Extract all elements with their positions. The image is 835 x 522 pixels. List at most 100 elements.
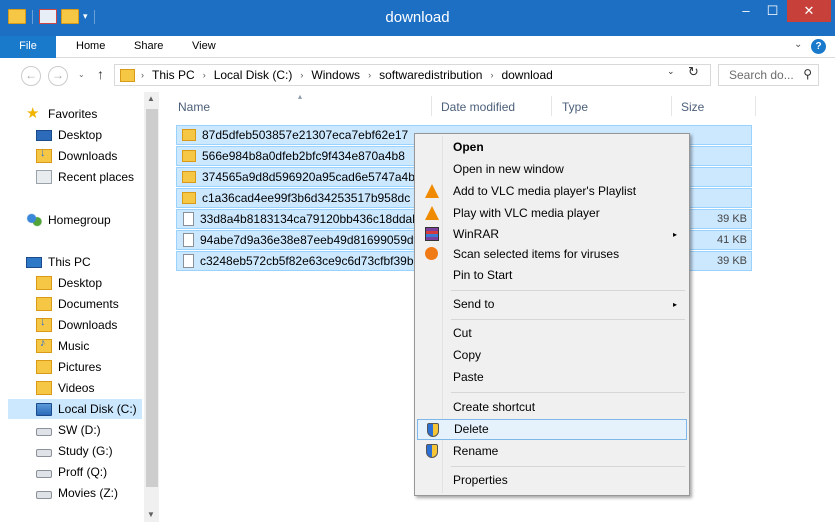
tab-view[interactable]: View: [180, 36, 228, 58]
breadcrumb-separator-icon[interactable]: ›: [300, 70, 303, 80]
sidebar-item-downloads[interactable]: Downloads: [36, 146, 117, 166]
menu-item-label: Rename: [453, 444, 499, 458]
menu-item-label: Copy: [453, 348, 482, 362]
tab-file[interactable]: File: [0, 36, 56, 58]
menu-item-delete[interactable]: Delete: [417, 419, 687, 440]
menu-item-pin-to-start[interactable]: Pin to Start: [417, 265, 687, 286]
scroll-up-icon[interactable]: ▲: [147, 94, 155, 103]
sidebar-item-downloads-pc[interactable]: Downloads: [36, 315, 117, 335]
column-header-type[interactable]: Type: [562, 100, 588, 114]
address-bar[interactable]: › This PC › Local Disk (C:) › Windows › …: [114, 64, 711, 86]
folder-icon: [182, 171, 196, 183]
breadcrumb-separator-icon[interactable]: ›: [203, 70, 206, 80]
menu-item-winrar[interactable]: WinRAR ▸: [417, 224, 687, 245]
submenu-arrow-icon: ▸: [672, 230, 677, 239]
expand-ribbon-icon[interactable]: ⌄: [794, 39, 802, 50]
star-icon: ★: [26, 105, 40, 122]
sidebar-item-label: Favorites: [48, 107, 98, 121]
tab-home[interactable]: Home: [64, 36, 117, 58]
recent-places-icon: [36, 170, 52, 184]
menu-item-open[interactable]: Open: [417, 137, 687, 158]
sidebar-item-label: Downloads: [58, 318, 118, 332]
scroll-thumb[interactable]: [146, 109, 158, 487]
menu-item-cut[interactable]: Cut: [417, 323, 687, 344]
desktop-icon: [36, 129, 52, 141]
sidebar-item-label: Videos: [58, 381, 95, 395]
sidebar-item-music[interactable]: Music: [36, 336, 89, 356]
close-button[interactable]: ✕: [787, 0, 831, 22]
videos-icon: [36, 381, 52, 395]
sidebar-item-desktop[interactable]: Desktop: [36, 125, 102, 145]
menu-item-properties[interactable]: Properties: [417, 470, 687, 491]
address-dropdown-icon[interactable]: ⌄: [667, 66, 675, 77]
sidebar-item-recent-places[interactable]: Recent places: [36, 167, 134, 187]
sidebar-item-sw-d[interactable]: SW (D:): [36, 420, 101, 440]
downloads-icon: [36, 147, 52, 163]
folder-icon: [120, 68, 135, 82]
sidebar-item-local-disk-c[interactable]: Local Disk (C:): [36, 399, 137, 419]
breadcrumb-separator-icon[interactable]: ›: [490, 70, 493, 80]
sidebar-item-homegroup[interactable]: Homegroup: [26, 210, 111, 230]
music-icon: [36, 337, 52, 353]
column-divider[interactable]: [671, 96, 672, 116]
column-divider[interactable]: [755, 96, 756, 116]
breadcrumb-download[interactable]: download: [501, 68, 552, 82]
forward-button[interactable]: →: [48, 66, 68, 86]
menu-item-label: Open in new window: [453, 162, 564, 176]
sidebar-item-videos[interactable]: Videos: [36, 378, 94, 398]
menu-item-copy[interactable]: Copy: [417, 345, 687, 366]
search-icon[interactable]: ⚲: [803, 67, 812, 81]
file-name: 87d5dfeb503857e21307eca7ebf62e17: [202, 128, 409, 142]
sidebar-item-pictures[interactable]: Pictures: [36, 357, 101, 377]
sidebar-scrollbar[interactable]: ▲ ▼: [144, 92, 159, 522]
avast-icon: [425, 247, 438, 260]
sidebar-item-this-pc[interactable]: This PC: [26, 252, 91, 272]
sidebar-item-movies-z[interactable]: Movies (Z:): [36, 483, 118, 503]
menu-item-label: Play with VLC media player: [453, 206, 600, 220]
sidebar-item-label: Pictures: [58, 360, 102, 374]
recent-locations-icon[interactable]: ⌄: [78, 70, 85, 79]
column-header-date-modified[interactable]: Date modified: [441, 100, 515, 114]
homegroup-icon: [26, 212, 42, 228]
search-input[interactable]: Search do... ⚲: [718, 64, 819, 86]
maximize-button[interactable]: ☐: [759, 0, 786, 22]
menu-item-add-vlc-playlist[interactable]: Add to VLC media player's Playlist: [417, 181, 687, 202]
column-header-size[interactable]: Size: [681, 100, 704, 114]
file-icon: [183, 254, 194, 268]
column-divider[interactable]: [551, 96, 552, 116]
menu-item-scan-viruses[interactable]: Scan selected items for viruses: [417, 244, 687, 265]
menu-item-send-to[interactable]: Send to ▸: [417, 294, 687, 315]
back-button[interactable]: ←: [21, 66, 41, 86]
breadcrumb-separator-icon[interactable]: ›: [368, 70, 371, 80]
column-header-name[interactable]: Name: [178, 100, 210, 114]
breadcrumb-this-pc[interactable]: This PC: [152, 68, 195, 82]
menu-item-paste[interactable]: Paste: [417, 367, 687, 388]
breadcrumb-softwaredistribution[interactable]: softwaredistribution: [379, 68, 482, 82]
documents-icon: [36, 297, 52, 311]
breadcrumb-local-disk[interactable]: Local Disk (C:): [214, 68, 293, 82]
breadcrumb-separator-icon[interactable]: ›: [141, 70, 144, 80]
help-icon[interactable]: ?: [811, 39, 826, 54]
refresh-icon[interactable]: ↻: [688, 64, 699, 80]
column-divider[interactable]: [431, 96, 432, 116]
sidebar-item-documents[interactable]: Documents: [36, 294, 119, 314]
title-bar: ▾ download – ☐ ✕: [0, 0, 835, 36]
up-button[interactable]: ↑: [97, 66, 104, 82]
scroll-down-icon[interactable]: ▼: [147, 510, 155, 519]
menu-item-label: Delete: [454, 422, 489, 436]
menu-item-create-shortcut[interactable]: Create shortcut: [417, 397, 687, 418]
menu-item-rename[interactable]: Rename: [417, 441, 687, 462]
menu-item-open-new-window[interactable]: Open in new window: [417, 159, 687, 180]
downloads-icon: [36, 316, 52, 332]
tab-share[interactable]: Share: [122, 36, 175, 58]
sidebar-item-study-g[interactable]: Study (G:): [36, 441, 113, 461]
sidebar-item-label: Proff (Q:): [58, 465, 108, 479]
sidebar-item-proff-q[interactable]: Proff (Q:): [36, 462, 107, 482]
breadcrumb-windows[interactable]: Windows: [311, 68, 360, 82]
sidebar-item-favorites[interactable]: ★ Favorites: [26, 104, 97, 124]
minimize-button[interactable]: –: [733, 0, 759, 22]
file-name: 33d8a4b8183134ca79120bb436c18ddab71: [200, 212, 433, 226]
sidebar-item-desktop-pc[interactable]: Desktop: [36, 273, 102, 293]
menu-item-play-vlc[interactable]: Play with VLC media player: [417, 203, 687, 224]
file-name: 374565a9d8d596920a95cad6e5747a4b: [202, 170, 415, 184]
